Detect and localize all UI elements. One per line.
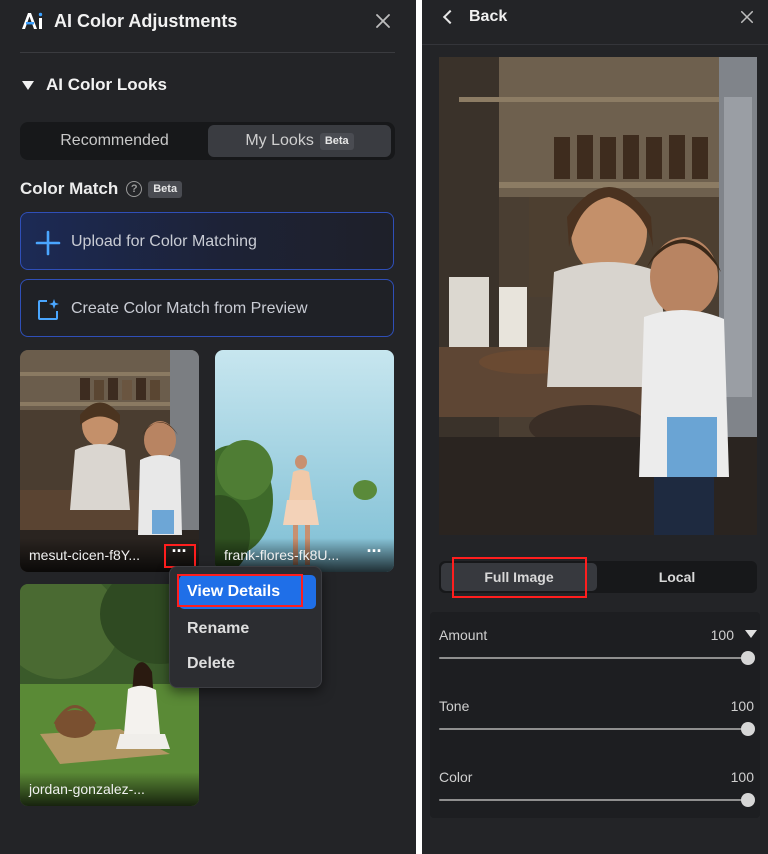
tone-value: 100 (730, 698, 754, 714)
amount-dropdown-triangle-icon[interactable] (745, 630, 757, 638)
color-value: 100 (730, 769, 754, 785)
panel-title: AI Color Adjustments (54, 11, 238, 31)
look-preview-image (439, 57, 757, 535)
plus-icon (35, 230, 61, 256)
tone-slider-thumb[interactable] (741, 722, 755, 736)
color-slider-track[interactable] (439, 799, 749, 801)
amount-slider-thumb[interactable] (741, 651, 755, 665)
look-details-panel: Back Full Image Local Amount 100 Tone 10… (422, 0, 768, 854)
close-icon[interactable] (375, 13, 391, 29)
upload-for-color-matching-button[interactable]: Upload for Color Matching (20, 212, 394, 270)
thumbnail-name: mesut-cicen-f8Y... (29, 547, 141, 563)
context-menu: View Details Rename Delete (169, 566, 322, 688)
frame-sparkle-icon (35, 297, 61, 323)
beta-badge: Beta (148, 180, 183, 198)
beta-badge: Beta (319, 132, 354, 150)
help-icon[interactable]: ? (126, 181, 143, 197)
tab-my-looks[interactable]: My Looks Beta (208, 125, 391, 157)
scope-tab-group: Full Image Local (439, 561, 757, 593)
look-thumbnail-mesut-cicen[interactable]: mesut-cicen-f8Y... ··· (20, 350, 199, 572)
back-button[interactable]: Back (442, 7, 507, 27)
amount-slider-track[interactable] (439, 657, 749, 659)
look-thumbnail-frank-flores[interactable]: frank-flores-fk8U... ··· (215, 350, 394, 572)
collapse-triangle-icon (22, 80, 34, 90)
panel-header: AI Color Adjustments (0, 0, 416, 44)
header-divider (422, 44, 768, 45)
thumbnail-caption: jordan-gonzalez-... (20, 772, 199, 806)
tab-full-image-label: Full Image (484, 569, 554, 585)
tab-full-image[interactable]: Full Image (441, 563, 597, 591)
create-label: Create Color Match from Preview (71, 300, 308, 317)
upload-label: Upload for Color Matching (71, 233, 257, 250)
view-details-menu-item[interactable]: View Details (179, 575, 316, 609)
ai-logo-icon (20, 9, 44, 33)
delete-menu-item[interactable]: Delete (179, 649, 316, 679)
color-label: Color (439, 769, 473, 785)
thumbnail-name: frank-flores-fk8U... (224, 547, 340, 563)
tone-label: Tone (439, 698, 470, 714)
create-color-match-button[interactable]: Create Color Match from Preview (20, 279, 394, 337)
tab-local[interactable]: Local (599, 563, 755, 591)
ai-color-adjustments-panel: AI Color Adjustments AI Color Looks Reco… (0, 0, 416, 854)
header-divider (20, 52, 395, 53)
more-options-icon[interactable]: ··· (167, 542, 191, 564)
rename-menu-item[interactable]: Rename (179, 614, 316, 644)
tab-recommended-label: Recommended (60, 132, 169, 149)
looks-tab-group: Recommended My Looks Beta (20, 122, 395, 160)
chevron-left-icon (442, 9, 458, 25)
tone-slider-track[interactable] (439, 728, 749, 730)
amount-value: 100 (710, 627, 734, 643)
color-match-title: Color Match (20, 179, 119, 198)
more-options-icon[interactable]: ··· (362, 542, 386, 564)
color-slider-thumb[interactable] (741, 793, 755, 807)
tab-recommended[interactable]: Recommended (23, 125, 206, 157)
thumbnail-name: jordan-gonzalez-... (29, 781, 145, 797)
ai-color-looks-toggle[interactable]: AI Color Looks (22, 74, 167, 96)
section-title: AI Color Looks (46, 75, 167, 94)
close-icon[interactable] (740, 10, 754, 24)
amount-label: Amount (439, 627, 488, 643)
back-label: Back (469, 8, 508, 25)
color-match-header: Color Match ? Beta (20, 178, 183, 200)
tab-local-label: Local (658, 569, 696, 585)
tab-my-looks-label: My Looks (245, 132, 314, 149)
